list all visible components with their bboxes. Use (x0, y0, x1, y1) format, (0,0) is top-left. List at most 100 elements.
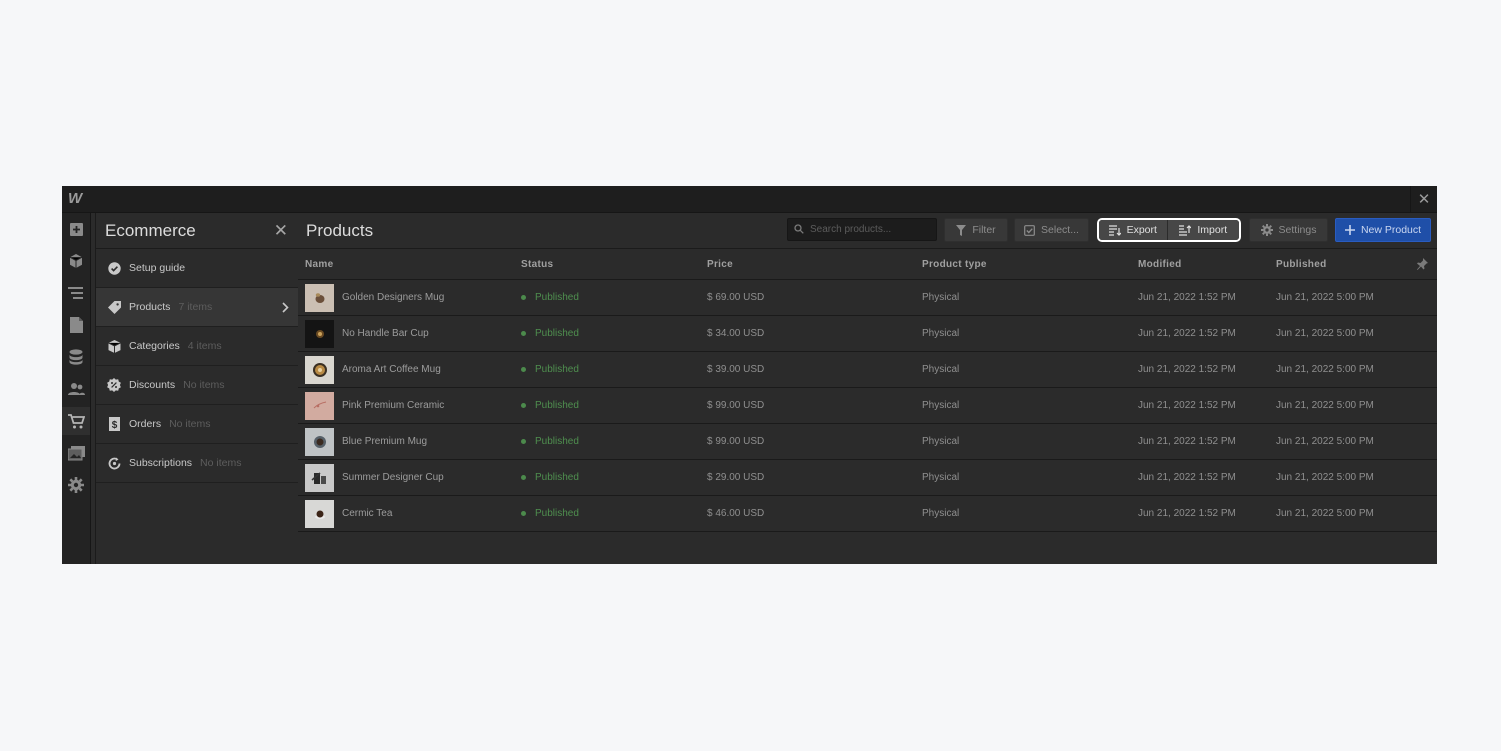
product-name: Blue Premium Mug (342, 436, 428, 447)
chevron-right-icon (282, 300, 289, 318)
column-header-name[interactable]: Name (298, 249, 514, 280)
status-dot (521, 402, 526, 408)
panel-close-icon[interactable]: ✕ (274, 221, 288, 241)
table-row[interactable]: Aroma Art Coffee Mug Published $ 39.00 U… (298, 351, 1437, 388)
status-text: Published (535, 400, 579, 411)
users-icon[interactable] (62, 375, 90, 403)
assets-icon[interactable] (62, 439, 90, 467)
navigator-icon[interactable] (62, 279, 90, 307)
published-cell: Jun 21, 2022 5:00 PM (1269, 459, 1437, 496)
table-row[interactable]: Pink Premium Ceramic Published $ 99.00 U… (298, 387, 1437, 424)
modified-cell: Jun 21, 2022 1:52 PM (1131, 351, 1269, 388)
product-name: Pink Premium Ceramic (342, 400, 445, 411)
status-dot (521, 510, 526, 516)
published-cell: Jun 21, 2022 5:00 PM (1269, 387, 1437, 424)
table-row[interactable]: Golden Designers Mug Published $ 69.00 U… (298, 279, 1437, 316)
settings-label: Settings (1278, 224, 1317, 236)
product-type-cell: Physical (915, 387, 1131, 424)
panel-item-categories[interactable]: Categories 4 items (96, 327, 298, 366)
panel-item-setup-guide[interactable]: Setup guide (96, 249, 298, 288)
page-title: Products (306, 221, 374, 240)
product-name: Aroma Art Coffee Mug (342, 364, 441, 375)
import-button[interactable]: Import (1167, 220, 1239, 240)
price-cell: $ 34.00 USD (700, 315, 915, 352)
filter-icon (956, 224, 967, 236)
product-name-cell: Blue Premium Mug (305, 427, 514, 456)
panel-item-label: Discounts (129, 379, 176, 391)
top-bar: W ✕ (62, 186, 1437, 213)
new-product-button[interactable]: New Product (1335, 218, 1431, 242)
product-thumbnail (305, 499, 334, 528)
discount-badge-icon (106, 377, 122, 393)
panel-item-products[interactable]: Products 7 items (96, 288, 298, 327)
webflow-ecommerce-window: W ✕ Ecommerce ✕ Setup guide Products 7 i… (62, 186, 1437, 564)
product-name: Golden Designers Mug (342, 292, 445, 303)
panel-item-label: Subscriptions (129, 457, 193, 469)
table-row[interactable]: Cermic Tea Published $ 46.00 USD Physica… (298, 495, 1437, 532)
filter-button[interactable]: Filter (944, 218, 1008, 242)
published-cell: Jun 21, 2022 5:00 PM (1269, 279, 1437, 316)
ecommerce-cart-icon[interactable] (62, 407, 90, 435)
table-row[interactable]: Blue Premium Mug Published $ 99.00 USD P… (298, 423, 1437, 460)
product-type-cell: Physical (915, 423, 1131, 460)
published-cell: Jun 21, 2022 5:00 PM (1269, 423, 1437, 460)
panel-item-count: No items (200, 457, 242, 469)
status-text: Published (535, 328, 579, 339)
status-text: Published (535, 472, 579, 483)
status-text: Published (535, 364, 579, 375)
published-cell: Jun 21, 2022 5:00 PM (1269, 315, 1437, 352)
export-button[interactable]: Export (1099, 220, 1168, 240)
settings-gear-icon[interactable] (62, 471, 90, 499)
product-name-cell: No Handle Bar Cup (305, 319, 514, 348)
export-import-group: Export Import (1097, 218, 1241, 242)
product-thumbnail (305, 391, 334, 420)
panel-item-discounts[interactable]: Discounts No items (96, 366, 298, 405)
close-icon[interactable]: ✕ (1410, 186, 1437, 212)
column-header-status[interactable]: Status (514, 249, 700, 280)
plus-icon (1344, 225, 1355, 235)
products-toolbar: Products Filter Select... (298, 213, 1437, 249)
panel-item-count: No items (169, 418, 211, 430)
product-name: No Handle Bar Cup (342, 328, 429, 339)
product-type-cell: Physical (915, 279, 1131, 316)
panel-item-label: Categories (129, 340, 180, 352)
panel-item-label: Orders (129, 418, 162, 430)
modified-cell: Jun 21, 2022 1:52 PM (1131, 279, 1269, 316)
column-header-price[interactable]: Price (700, 249, 915, 280)
modified-cell: Jun 21, 2022 1:52 PM (1131, 459, 1269, 496)
column-header-modified[interactable]: Modified (1131, 249, 1269, 280)
status-text: Published (535, 508, 579, 519)
panel-item-subscriptions[interactable]: Subscriptions No items (96, 444, 298, 483)
published-cell: Jun 21, 2022 5:00 PM (1269, 351, 1437, 388)
box-icon (106, 338, 122, 354)
pages-icon[interactable] (62, 311, 90, 339)
table-row[interactable]: No Handle Bar Cup Published $ 34.00 USD … (298, 315, 1437, 352)
search-box[interactable] (787, 218, 937, 241)
pin-icon[interactable] (1416, 258, 1428, 273)
product-thumbnail (305, 355, 334, 384)
modified-cell: Jun 21, 2022 1:52 PM (1131, 423, 1269, 460)
table-row[interactable]: Summer Designer Cup Published $ 29.00 US… (298, 459, 1437, 496)
product-name: Cermic Tea (342, 508, 393, 519)
panel-item-orders[interactable]: $ Orders No items (96, 405, 298, 444)
select-button[interactable]: Select... (1014, 218, 1089, 242)
product-thumbnail (305, 319, 334, 348)
product-type-cell: Physical (915, 459, 1131, 496)
column-header-product-type[interactable]: Product type (915, 249, 1131, 280)
ecommerce-panel: Ecommerce ✕ Setup guide Products 7 items… (95, 213, 299, 564)
price-cell: $ 46.00 USD (700, 495, 915, 532)
add-icon[interactable] (62, 215, 90, 243)
settings-button[interactable]: Settings (1249, 218, 1328, 242)
products-main: Products Filter Select... (298, 213, 1437, 564)
check-circle-icon (106, 260, 122, 276)
panel-item-label: Setup guide (129, 262, 186, 274)
cms-icon[interactable] (62, 343, 90, 371)
search-input[interactable] (808, 223, 932, 236)
column-header-published[interactable]: Published (1276, 259, 1326, 270)
subscription-icon (106, 455, 122, 471)
components-icon[interactable] (62, 247, 90, 275)
webflow-logo: W (68, 190, 83, 207)
product-name-cell: Cermic Tea (305, 499, 514, 528)
status-dot (521, 474, 526, 480)
import-label: Import (1197, 224, 1228, 236)
